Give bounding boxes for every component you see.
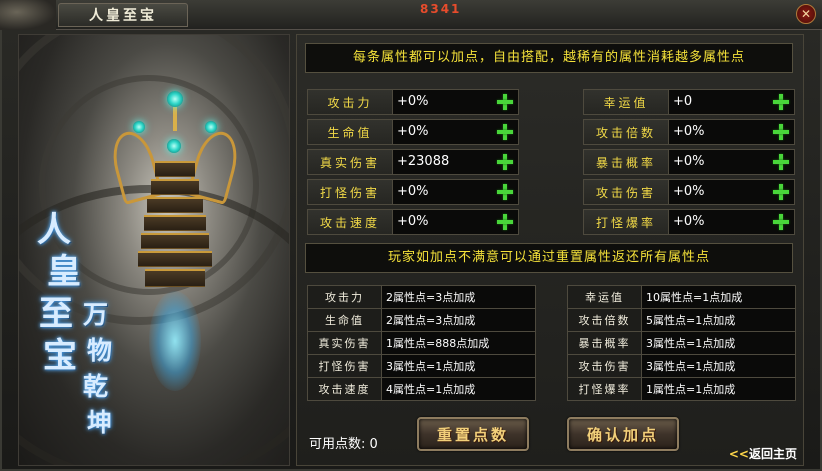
attribute-row: 攻击速度 +0% (307, 209, 519, 235)
rules-table-right: 幸运值 10属性点=1点加成 攻击倍数 5属性点=1点加成 暴击概率 3属性点=1点加… (567, 285, 796, 401)
calligraphy-main: 人 皇 至 宝 (37, 209, 81, 377)
available-points: 可用点数: 0 (309, 437, 378, 452)
back-home-link[interactable]: <<返回主页 (729, 445, 797, 462)
attribute-value: +0% (669, 119, 795, 145)
attribute-row: 打怪爆率 +0% (583, 209, 795, 235)
plus-icon[interactable] (772, 183, 790, 201)
rules-table-left: 攻击力 2属性点=3点加成 生命值 2属性点=3点加成 真实伤害 1属性点=888点加… (307, 285, 536, 401)
notice-top: 每条属性都可以加点，自由搭配，越稀有的属性消耗越多属性点 (305, 43, 793, 73)
table-row: 攻击伤害 3属性点=1点加成 (567, 354, 796, 378)
calligraphy-char: 坤 (87, 408, 113, 437)
calligraphy-char: 至 (39, 294, 73, 334)
reset-points-button[interactable]: 重置点数 (417, 417, 529, 451)
plus-icon[interactable] (496, 123, 514, 141)
table-row: 攻击倍数 5属性点=1点加成 (567, 308, 796, 332)
attribute-value: +0% (393, 209, 519, 235)
attribute-value: +0% (669, 209, 795, 235)
window-title: 人皇至宝 (89, 8, 157, 24)
attribute-label: 真实伤害 (307, 149, 393, 175)
table-row: 打怪伤害 3属性点=1点加成 (307, 354, 536, 378)
attribute-row: 生命值 +0% (307, 119, 519, 145)
plus-icon[interactable] (772, 123, 790, 141)
table-row: 攻击速度 4属性点=1点加成 (307, 377, 536, 401)
attribute-label: 暴击概率 (583, 149, 669, 175)
calligraphy-char: 乾 (83, 372, 109, 401)
back-home-label: 返回主页 (748, 447, 797, 461)
attribute-row: 暴击概率 +0% (583, 149, 795, 175)
plus-icon[interactable] (496, 213, 514, 231)
attribute-label: 打怪爆率 (583, 209, 669, 235)
attribute-label: 幸运值 (583, 89, 669, 115)
background-score-text: 8341 (420, 2, 462, 16)
table-row: 生命值 2属性点=3点加成 (307, 308, 536, 332)
close-button[interactable]: ✕ (796, 4, 816, 24)
calligraphy-char: 人 (37, 210, 71, 250)
attribute-row: 攻击倍数 +0% (583, 119, 795, 145)
attribute-label: 攻击力 (307, 89, 393, 115)
attribute-panel: 每条属性都可以加点，自由搭配，越稀有的属性消耗越多属性点 攻击力 +0% 生命值… (296, 34, 804, 466)
title-bar: 人皇至宝 8341 ✕ (0, 0, 822, 30)
attribute-value: +0% (393, 179, 519, 205)
attribute-label: 攻击倍数 (583, 119, 669, 145)
attribute-value: +0 (669, 89, 795, 115)
calligraphy-char: 物 (87, 336, 113, 365)
attribute-value: +0% (393, 89, 519, 115)
attribute-row: 打怪伤害 +0% (307, 179, 519, 205)
table-row: 真实伤害 1属性点=888点加成 (307, 331, 536, 355)
calligraphy-char: 宝 (43, 336, 77, 376)
attribute-row: 攻击伤害 +0% (583, 179, 795, 205)
plus-icon[interactable] (772, 213, 790, 231)
attribute-row: 真实伤害 +23088 (307, 149, 519, 175)
pagoda-treasure-icon (106, 91, 244, 391)
plus-icon[interactable] (496, 93, 514, 111)
attribute-value: +0% (669, 179, 795, 205)
treasure-art-panel: 人 皇 至 宝 万 物 乾 坤 (18, 34, 290, 466)
calligraphy-char: 万 (83, 300, 109, 329)
plus-icon[interactable] (496, 153, 514, 171)
dragon-ornament-icon (0, 0, 56, 30)
back-arrow-icon: << (728, 447, 749, 461)
attribute-value: +23088 (393, 149, 519, 175)
table-row: 打怪爆率 1属性点=1点加成 (567, 377, 796, 401)
attribute-label: 生命值 (307, 119, 393, 145)
attribute-label: 攻击速度 (307, 209, 393, 235)
confirm-points-button[interactable]: 确认加点 (567, 417, 679, 451)
table-row: 暴击概率 3属性点=1点加成 (567, 331, 796, 355)
plus-icon[interactable] (772, 153, 790, 171)
calligraphy-side: 万 物 乾 坤 (83, 297, 112, 441)
attribute-row: 攻击力 +0% (307, 89, 519, 115)
attribute-label: 打怪伤害 (307, 179, 393, 205)
attribute-value: +0% (393, 119, 519, 145)
plus-icon[interactable] (496, 183, 514, 201)
attribute-label: 攻击伤害 (583, 179, 669, 205)
window-title-tab: 人皇至宝 (58, 3, 188, 27)
table-row: 幸运值 10属性点=1点加成 (567, 285, 796, 309)
calligraphy-char: 皇 (47, 252, 81, 292)
attribute-row: 幸运值 +0 (583, 89, 795, 115)
table-row: 攻击力 2属性点=3点加成 (307, 285, 536, 309)
notice-reset-hint: 玩家如加点不满意可以通过重置属性返还所有属性点 (305, 243, 793, 273)
plus-icon[interactable] (772, 93, 790, 111)
attribute-value: +0% (669, 149, 795, 175)
